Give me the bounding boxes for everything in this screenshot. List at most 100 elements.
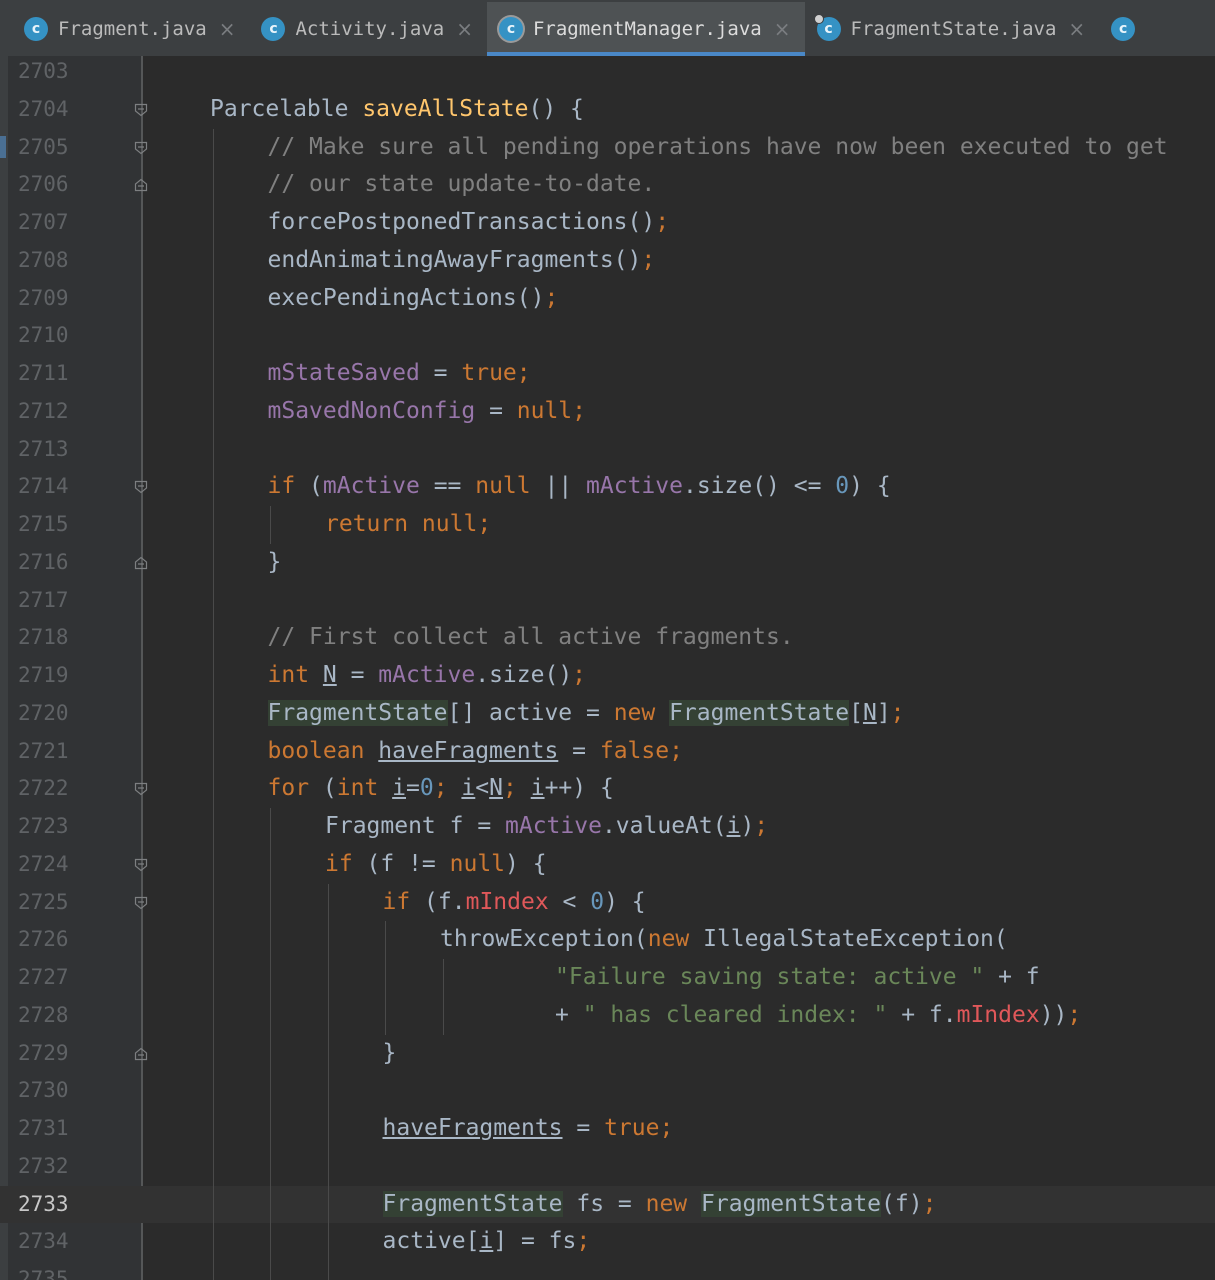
- code-token: ;: [754, 813, 769, 839]
- code-line[interactable]: 2714 if (mActive == null || mActive.size(…: [0, 468, 1215, 506]
- code-text: forcePostponedTransactions();: [268, 204, 670, 242]
- code-token: ||: [544, 473, 587, 500]
- code-text: }: [383, 1035, 397, 1073]
- fold-end-icon[interactable]: [134, 178, 148, 192]
- fold-end-icon[interactable]: [134, 556, 148, 570]
- code-token: mActive: [505, 813, 602, 839]
- code-token: ): [740, 813, 755, 839]
- code-token: 0: [419, 775, 434, 802]
- code-token: null: [475, 473, 545, 500]
- close-icon[interactable]: ×: [1068, 17, 1085, 41]
- close-icon[interactable]: ×: [774, 17, 791, 41]
- code-line[interactable]: 2706 // our state update-to-date.: [0, 166, 1215, 204]
- code-line[interactable]: 2722 for (int i=0; i<N; i++) {: [0, 770, 1215, 808]
- code-token: <: [548, 888, 591, 915]
- code-line[interactable]: 2733 FragmentState fs = new FragmentState…: [0, 1185, 1215, 1224]
- fold-collapse-icon[interactable]: [134, 858, 148, 872]
- code-line[interactable]: 2705 // Make sure all pending operations …: [0, 129, 1215, 167]
- code-line[interactable]: 2731 haveFragments = true;: [0, 1110, 1215, 1148]
- code-line[interactable]: 2721 boolean haveFragments = false;: [0, 733, 1215, 771]
- code-line[interactable]: 2728 + " has cleared index: " + f.mIndex)…: [0, 997, 1215, 1035]
- code-line[interactable]: 2727 "Failure saving state: active " + f: [0, 959, 1215, 997]
- line-number: 2729: [18, 1040, 69, 1065]
- code-line[interactable]: 2704 Parcelable saveAllState() {: [0, 91, 1215, 129]
- code-text: active[i] = fs;: [383, 1223, 591, 1261]
- code-text: boolean haveFragments = false;: [268, 733, 683, 771]
- code-line[interactable]: 2712 mSavedNonConfig = null;: [0, 393, 1215, 431]
- code-token: <: [475, 775, 490, 802]
- code-text: Fragment f = mActive.valueAt(i);: [325, 808, 768, 846]
- code-token: ==: [419, 473, 476, 500]
- fold-collapse-icon[interactable]: [134, 480, 148, 494]
- code-token: ;: [890, 699, 905, 726]
- code-text: for (int i=0; i<N; i++) {: [268, 770, 614, 808]
- code-line[interactable]: 2720 FragmentState[] active = new Fragmen…: [0, 695, 1215, 733]
- code-text: haveFragments = true;: [383, 1110, 674, 1148]
- code-token: true;: [604, 1115, 674, 1141]
- code-line[interactable]: 2713: [0, 431, 1215, 469]
- line-number: 2709: [18, 285, 69, 310]
- code-lines: 2703 2704 Parcelable saveAllState() {2705/…: [0, 56, 1215, 1280]
- code-token: saveAllState: [362, 95, 529, 122]
- code-line[interactable]: 2724 if (f != null) {: [0, 846, 1215, 884]
- fold-collapse-icon[interactable]: [134, 141, 148, 155]
- code-token: FragmentState: [669, 699, 850, 726]
- fold-collapse-icon[interactable]: [134, 782, 148, 796]
- code-token: "Failure saving state: active ": [555, 964, 985, 990]
- code-line[interactable]: 2726 throwException(new IllegalStateExcep…: [0, 921, 1215, 959]
- code-line[interactable]: 2729}: [0, 1035, 1215, 1073]
- code-token: mIndex: [465, 888, 549, 915]
- code-token: ] = fs: [493, 1228, 577, 1255]
- line-number: 2734: [18, 1229, 69, 1254]
- code-token: ;: [503, 775, 531, 802]
- code-line[interactable]: 2725 if (f.mIndex < 0) {: [0, 884, 1215, 922]
- code-line[interactable]: 2710: [0, 317, 1215, 355]
- line-number: 2724: [18, 851, 69, 876]
- code-line[interactable]: 2715 return null;: [0, 506, 1215, 544]
- indent-guide: [212, 128, 214, 1280]
- code-line[interactable]: 2716}: [0, 544, 1215, 582]
- code-token: mSavedNonConfig: [267, 397, 476, 424]
- code-token: new: [645, 1190, 701, 1217]
- line-number: 2714: [18, 474, 69, 499]
- code-text: FragmentState fs = new FragmentState(f);: [382, 1186, 936, 1224]
- code-token: .size() <=: [682, 473, 836, 500]
- indent-guide: [442, 959, 444, 1035]
- code-line[interactable]: 2732: [0, 1148, 1215, 1186]
- close-icon[interactable]: ×: [219, 17, 236, 41]
- code-token: haveFragments: [382, 1115, 563, 1141]
- code-line[interactable]: 2730: [0, 1072, 1215, 1110]
- code-line[interactable]: 2734 active[i] = fs;: [0, 1223, 1215, 1261]
- code-line[interactable]: 2708 endAnimatingAwayFragments();: [0, 242, 1215, 280]
- code-text: if (mActive == null || mActive.size() <=…: [268, 468, 891, 506]
- code-line[interactable]: 2719 int N = mActive.size();: [0, 657, 1215, 695]
- fold-end-icon[interactable]: [134, 1047, 148, 1061]
- editor-tab-bar: c Fragment.java × c Activity.java × c Fr…: [0, 0, 1215, 57]
- line-number: 2731: [18, 1116, 69, 1140]
- close-icon[interactable]: ×: [456, 17, 473, 41]
- line-number: 2711: [18, 361, 69, 385]
- code-line[interactable]: 2723 Fragment f = mActive.valueAt(i);: [0, 808, 1215, 846]
- tab-fragmentstate-java[interactable]: c FragmentState.java ×: [805, 2, 1100, 56]
- code-token: }: [267, 548, 282, 575]
- code-token: (: [322, 775, 337, 802]
- code-line[interactable]: 2735: [0, 1261, 1215, 1280]
- code-text: FragmentState[] active = new FragmentSta…: [267, 695, 905, 733]
- tab-activity-java[interactable]: c Activity.java ×: [249, 2, 486, 56]
- code-token: endAnimatingAwayFragments(): [267, 246, 642, 273]
- code-line[interactable]: 2711 mStateSaved = true;: [0, 355, 1215, 393]
- code-line[interactable]: 2707 forcePostponedTransactions();: [0, 204, 1215, 242]
- tab-fragmentmanager-java[interactable]: c FragmentManager.java ×: [486, 2, 805, 56]
- fold-collapse-icon[interactable]: [134, 103, 148, 117]
- code-token: if: [382, 888, 425, 915]
- code-line[interactable]: 2703: [0, 56, 1215, 91]
- tab-overflow[interactable]: c: [1099, 2, 1159, 56]
- code-token: // Make sure all pending operations have…: [267, 133, 1168, 160]
- code-editor[interactable]: 2703 2704 Parcelable saveAllState() {2705/…: [0, 56, 1215, 1280]
- fold-collapse-icon[interactable]: [134, 896, 148, 910]
- line-number: 2715: [18, 512, 69, 536]
- code-line[interactable]: 2709 execPendingActions();: [0, 280, 1215, 318]
- tab-fragment-java[interactable]: c Fragment.java ×: [12, 2, 249, 56]
- code-line[interactable]: 2717: [0, 582, 1215, 620]
- code-line[interactable]: 2718 // First collect all active fragment…: [0, 619, 1215, 657]
